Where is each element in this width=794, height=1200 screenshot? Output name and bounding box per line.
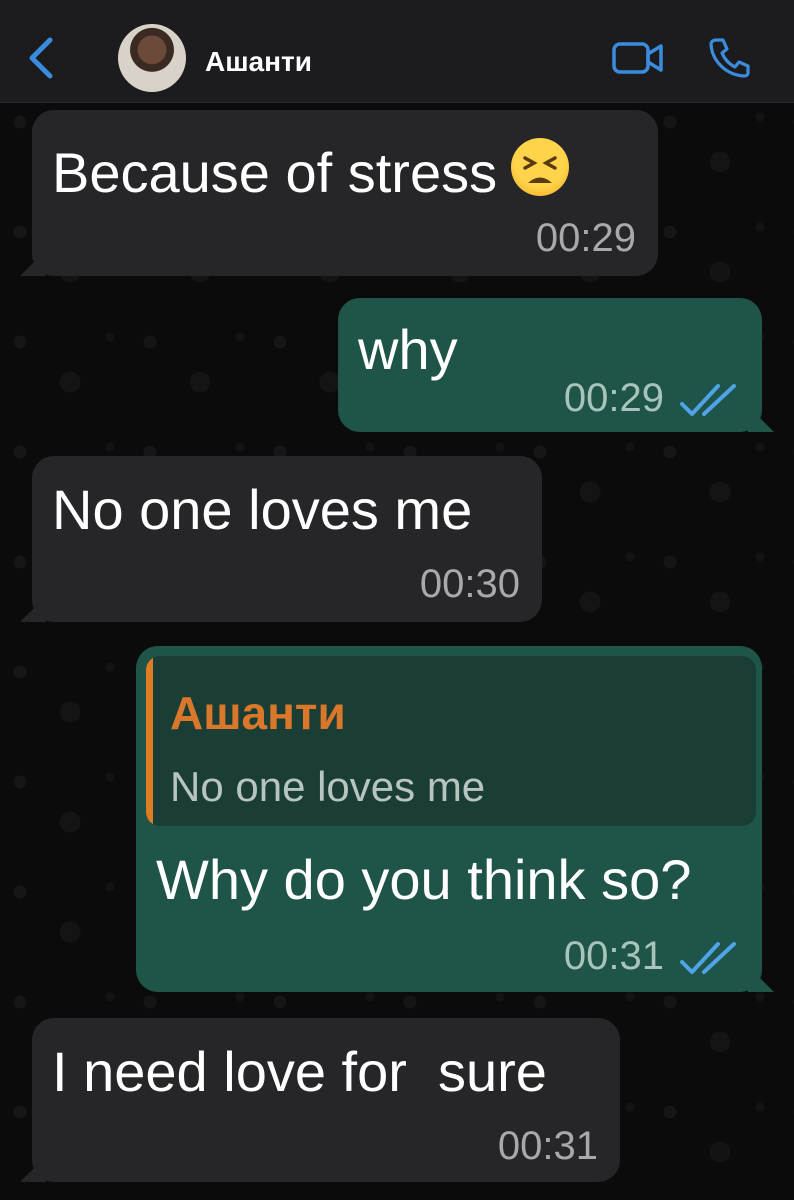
chat-header: Ашанти xyxy=(0,0,794,103)
bubble-tail xyxy=(20,1156,46,1182)
message-text: Because of stress xyxy=(52,141,498,204)
video-camera-icon xyxy=(612,42,663,74)
voice-call-button[interactable] xyxy=(708,36,750,78)
message-bubble-outgoing[interactable]: why 00:29 xyxy=(338,298,774,432)
message-bubble-incoming[interactable]: I need love for sure 00:31 xyxy=(20,1018,620,1182)
video-call-button[interactable] xyxy=(612,40,664,76)
message-time: 00:29 xyxy=(563,376,664,420)
bubble-tail xyxy=(20,596,46,622)
message-time: 00:31 xyxy=(497,1124,598,1168)
message-bubble-outgoing[interactable]: Ашанти No one loves me Why do you think … xyxy=(136,646,774,992)
tired-face-emoji-icon xyxy=(511,138,570,196)
message-bubble-incoming[interactable]: Because of stress 00:29 xyxy=(20,110,658,276)
reply-text: No one loves me xyxy=(170,763,486,810)
bubble-tail xyxy=(748,966,774,992)
read-receipt-icon xyxy=(680,942,736,974)
read-receipt-icon xyxy=(680,384,736,416)
message-time: 00:29 xyxy=(535,216,636,260)
message-text: Why do you think so? xyxy=(156,848,692,911)
back-button[interactable] xyxy=(22,34,62,82)
contact-name[interactable]: Ашанти xyxy=(205,46,312,78)
message-time: 00:30 xyxy=(419,562,520,606)
message-time: 00:31 xyxy=(563,934,664,978)
reply-author: Ашанти xyxy=(170,687,346,739)
phone-icon xyxy=(709,38,750,78)
bubble-tail xyxy=(20,250,46,276)
message-bubble-incoming[interactable]: No one loves me 00:30 xyxy=(20,456,542,622)
message-text: why xyxy=(358,318,458,381)
bubble-tail xyxy=(748,406,774,432)
reply-quote-bar xyxy=(146,656,153,826)
reply-quote[interactable]: Ашанти No one loves me xyxy=(146,656,756,826)
message-text: No one loves me xyxy=(52,478,473,541)
message-text: I need love for sure xyxy=(52,1040,547,1103)
avatar[interactable] xyxy=(118,24,186,92)
chevron-left-icon xyxy=(29,37,53,79)
